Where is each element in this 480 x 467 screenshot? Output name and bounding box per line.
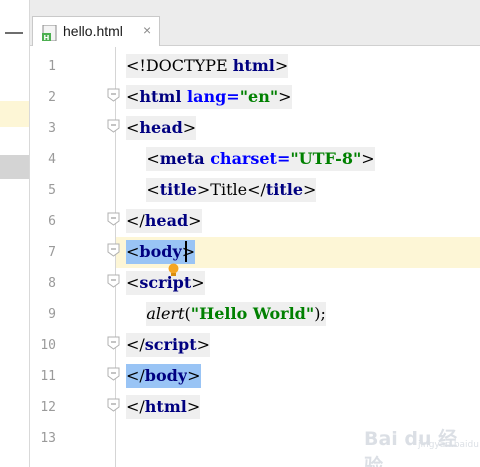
code-line[interactable]: <meta charset="UTF-8">: [126, 147, 375, 179]
svg-text:H: H: [44, 34, 50, 41]
fold-marker-icon[interactable]: [107, 212, 120, 226]
code-token: html: [144, 395, 187, 419]
code-token: >: [196, 333, 211, 357]
code-token: </: [126, 395, 145, 419]
code-token: "en": [239, 85, 279, 109]
code-editor[interactable]: 1 2 3 4 5 6 7 8 9 10 11 12 13 <!DOCTYPE html> <html l…: [30, 47, 480, 467]
code-token: >Title</: [196, 178, 266, 202]
fold-marker-icon[interactable]: [107, 336, 120, 350]
code-line[interactable]: <!DOCTYPE html>: [126, 54, 289, 86]
line-number: 7: [48, 245, 56, 260]
code-token: body: [139, 240, 182, 264]
line-number: 12: [40, 400, 56, 415]
code-token: </: [126, 209, 145, 233]
close-icon[interactable]: ×: [143, 22, 151, 38]
code-token: <: [126, 85, 140, 109]
code-line[interactable]: <head>: [126, 116, 197, 148]
code-token: title: [159, 178, 197, 202]
editor-gutter: 1 2 3 4 5 6 7 8 9 10 11 12 13: [30, 47, 116, 467]
panel-highlight: [0, 101, 29, 127]
code-token: script: [144, 333, 197, 357]
intention-bulb-icon[interactable]: [167, 263, 180, 277]
code-token: >: [182, 116, 197, 140]
fold-marker-icon[interactable]: [107, 398, 120, 412]
code-token: </: [126, 364, 145, 388]
code-token: <: [126, 271, 140, 295]
code-token: "UTF-8": [290, 147, 362, 171]
code-token: html: [139, 85, 188, 109]
code-line[interactable]: </html>: [126, 395, 201, 427]
code-token: <: [126, 116, 140, 140]
line-number: 10: [40, 338, 56, 353]
line-number: 9: [48, 307, 56, 322]
code-token: >: [278, 85, 292, 109]
code-token: "Hello World": [190, 302, 315, 326]
code-token: >: [303, 178, 317, 202]
fold-marker-icon[interactable]: [107, 88, 120, 102]
code-token: head: [139, 116, 183, 140]
code-token: <: [146, 147, 160, 171]
line-number: 8: [48, 276, 56, 291]
fold-marker-icon[interactable]: [107, 119, 120, 133]
code-token: >: [191, 271, 205, 295]
code-token: >: [274, 54, 289, 78]
code-line[interactable]: <html lang="en">: [126, 85, 292, 117]
code-token: alert: [146, 302, 185, 326]
text-caret: [185, 241, 187, 262]
code-line[interactable]: <script>: [126, 271, 205, 303]
code-token: );: [314, 302, 326, 326]
code-line[interactable]: </head>: [126, 209, 202, 241]
code-token: (: [184, 302, 191, 326]
code-token: script: [139, 271, 192, 295]
code-token: <: [146, 178, 160, 202]
line-number: 1: [48, 59, 56, 74]
project-panel-strip: [0, 0, 30, 467]
watermark-subtext: jingyan.baidu.com: [418, 440, 480, 450]
code-token: >: [188, 209, 202, 233]
code-token: >: [186, 395, 201, 419]
tab-label: hello.html: [63, 23, 123, 39]
code-token: >: [361, 147, 375, 171]
code-token: <: [126, 240, 140, 264]
line-number: 11: [40, 369, 56, 384]
code-token: >: [187, 364, 201, 388]
code-token: <!DOCTYPE: [126, 54, 233, 78]
code-line[interactable]: <title>Title</title>: [126, 178, 317, 210]
code-token: title: [265, 178, 304, 202]
editor-tab-bar: H hello.html ×: [30, 0, 480, 46]
fold-marker-icon[interactable]: [107, 367, 120, 381]
code-token: </: [126, 333, 145, 357]
code-token: body: [144, 364, 188, 388]
code-line[interactable]: alert("Hello World");: [126, 302, 326, 334]
line-number: 3: [48, 121, 56, 136]
code-line[interactable]: </script>: [126, 333, 211, 365]
collapse-icon[interactable]: [5, 32, 23, 34]
code-line[interactable]: </body>: [126, 364, 201, 396]
line-number: 6: [48, 214, 56, 229]
html-file-icon: H: [42, 25, 57, 41]
code-token: head: [144, 209, 189, 233]
panel-selected-row[interactable]: [0, 155, 29, 179]
fold-marker-icon[interactable]: [107, 274, 120, 288]
line-number: 13: [40, 431, 56, 446]
line-number: 5: [48, 183, 56, 198]
code-token: charset=: [210, 147, 291, 171]
tab-hello-html[interactable]: H hello.html ×: [32, 16, 160, 46]
watermark: Bai du 经验 jingyan.baidu.com: [362, 420, 480, 467]
code-token: meta: [159, 147, 211, 171]
line-number: 2: [48, 90, 56, 105]
line-number: 4: [48, 152, 56, 167]
fold-marker-icon[interactable]: [107, 243, 120, 257]
code-token: >: [181, 240, 196, 264]
code-token: html: [232, 54, 275, 78]
code-token: lang=: [187, 85, 240, 109]
